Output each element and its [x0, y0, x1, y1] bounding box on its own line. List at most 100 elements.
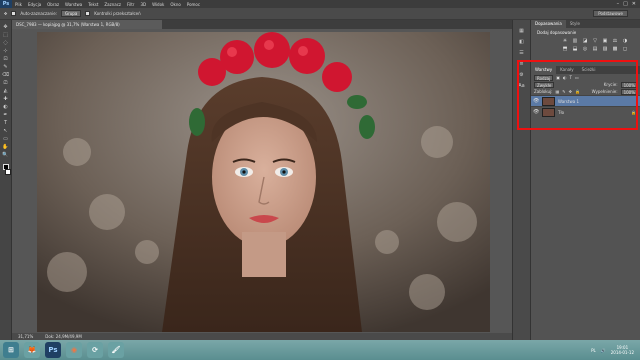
- tab-paths[interactable]: Ścieżki: [578, 66, 600, 74]
- photoshop-taskbar-icon[interactable]: Ps: [45, 342, 61, 358]
- photoshop-logo: Ps: [0, 0, 12, 8]
- quick-select-tool-icon[interactable]: ⊹: [2, 48, 10, 54]
- start-button[interactable]: ⊞: [3, 342, 19, 358]
- opacity-input[interactable]: 100%: [620, 81, 638, 88]
- minimize-button[interactable]: –: [617, 1, 620, 7]
- invert-adjust-icon[interactable]: ▤: [591, 46, 599, 52]
- layer-thumbnail: [542, 107, 555, 117]
- filter-adjust-icon[interactable]: ◐: [563, 75, 567, 80]
- background-color-swatch[interactable]: [4, 169, 11, 175]
- lock-all-icon[interactable]: 🔒: [575, 89, 580, 94]
- paint-icon[interactable]: 🖌: [108, 342, 124, 358]
- exposure-adjust-icon[interactable]: ▽: [591, 38, 599, 44]
- autoselect-dropdown[interactable]: Grupa: [61, 10, 82, 17]
- layers-panel: Warstwy Kanały Ścieżki Rodzaj ▣ ◐ T ▭ Zw…: [531, 66, 640, 150]
- workspace-dropdown[interactable]: Podstawowe: [593, 10, 628, 17]
- lasso-tool-icon[interactable]: ◌: [2, 40, 10, 46]
- channel-mixer-adjust-icon[interactable]: ⬓: [571, 46, 579, 52]
- threshold-adjust-icon[interactable]: ▩: [611, 46, 619, 52]
- marquee-tool-icon[interactable]: ⬚: [2, 32, 10, 38]
- hand-tool-icon[interactable]: ✋: [2, 144, 10, 150]
- layer-item-warstwa-1[interactable]: 👁 Warstwa 1: [531, 95, 640, 106]
- properties-icon[interactable]: ◧: [518, 39, 525, 45]
- lock-pixels-icon[interactable]: ✎: [562, 89, 565, 94]
- menu-zaznacz[interactable]: Zaznacz: [101, 2, 124, 7]
- visibility-eye-icon[interactable]: 👁: [533, 109, 539, 115]
- menu-warstwa[interactable]: Warstwa: [62, 2, 85, 7]
- zoom-tool-icon[interactable]: 🔍: [2, 152, 10, 158]
- clock[interactable]: 19:01 2014-01-12: [611, 345, 634, 355]
- menu-widok[interactable]: Widok: [149, 2, 167, 7]
- transform-controls-checkbox[interactable]: [85, 11, 91, 16]
- blend-mode-dropdown[interactable]: Zwykłe: [534, 81, 555, 88]
- settings-icon[interactable]: ⚙: [518, 72, 525, 78]
- path-select-tool-icon[interactable]: ↖: [2, 128, 10, 134]
- firefox-icon[interactable]: 🦊: [24, 342, 40, 358]
- menu-obraz[interactable]: Obraz: [44, 2, 62, 7]
- menu-tekst[interactable]: Tekst: [85, 2, 101, 7]
- zoom-level[interactable]: 31,71%: [18, 333, 33, 340]
- menu-edycja[interactable]: Edycja: [25, 2, 44, 7]
- move-tool-icon[interactable]: ✥: [2, 24, 10, 30]
- right-panels: Dopasowania Style Dodaj dopasowanie ☀ ▥ …: [530, 20, 640, 340]
- vibrance-adjust-icon[interactable]: ▣: [601, 38, 609, 44]
- layer-filter-dropdown[interactable]: Rodzaj: [534, 74, 554, 81]
- fill-input[interactable]: 100%: [620, 88, 638, 95]
- autoselect-checkbox[interactable]: [11, 11, 17, 16]
- color-balance-adjust-icon[interactable]: ⚖: [611, 38, 619, 44]
- chrome-icon[interactable]: ◉: [66, 342, 82, 358]
- gradient-map-adjust-icon[interactable]: ◻: [621, 46, 629, 52]
- volume-icon[interactable]: 🔊: [601, 348, 606, 353]
- crop-tool-icon[interactable]: ⊡: [2, 56, 10, 62]
- character-icon[interactable]: Aa: [518, 83, 525, 89]
- black-white-adjust-icon[interactable]: ◑: [621, 38, 629, 44]
- tab-adjustments[interactable]: Dopasowania: [531, 20, 566, 28]
- type-tool-icon[interactable]: T: [2, 120, 10, 126]
- close-button[interactable]: ✕: [632, 1, 636, 7]
- filter-type-icon[interactable]: T: [570, 75, 572, 80]
- stamp-tool-icon[interactable]: ⎚: [2, 80, 10, 86]
- menu-okno[interactable]: Okno: [167, 2, 183, 7]
- history-icon[interactable]: ▦: [518, 28, 525, 34]
- layer-item-background[interactable]: 👁 Tło 🔒: [531, 106, 640, 117]
- tab-styles[interactable]: Style: [566, 20, 584, 28]
- filter-pixel-icon[interactable]: ▣: [556, 75, 560, 80]
- portrait-photo[interactable]: [37, 32, 490, 332]
- list-icon[interactable]: ☰: [518, 50, 525, 56]
- document-tab[interactable]: DSC_7983 — kopiajpg @ 31,7% (Warstwa 1, …: [12, 20, 162, 29]
- layer-name[interactable]: Warstwa 1: [558, 99, 579, 104]
- curves-adjust-icon[interactable]: ◪: [581, 38, 589, 44]
- levels-adjust-icon[interactable]: ▥: [571, 38, 579, 44]
- brightness-adjust-icon[interactable]: ☀: [561, 38, 569, 44]
- pen-tool-icon[interactable]: ✒: [2, 112, 10, 118]
- layers-tabs: Warstwy Kanały Ścieżki: [531, 66, 640, 74]
- maximize-button[interactable]: □: [623, 1, 628, 7]
- menu-3d[interactable]: 3D: [137, 2, 149, 7]
- color-lookup-adjust-icon[interactable]: ◎: [581, 46, 589, 52]
- sync-icon[interactable]: ⟳: [87, 342, 103, 358]
- filter-shape-icon[interactable]: ▭: [575, 75, 579, 80]
- eraser-tool-icon[interactable]: ⌫: [2, 72, 10, 78]
- gradient-tool-icon[interactable]: ◭: [2, 88, 10, 94]
- adjustments-tabs: Dopasowania Style: [531, 20, 640, 28]
- menu-icon[interactable]: ≡: [518, 61, 525, 67]
- tab-layers[interactable]: Warstwy: [531, 66, 557, 74]
- canvas-area[interactable]: [12, 29, 512, 333]
- menu-plik[interactable]: Plik: [12, 2, 25, 7]
- lock-transparent-icon[interactable]: ▦: [555, 89, 559, 94]
- layer-name[interactable]: Tło: [558, 110, 564, 115]
- dodge-tool-icon[interactable]: ◐: [2, 104, 10, 110]
- brush-tool-icon[interactable]: ✎: [2, 64, 10, 70]
- posterize-adjust-icon[interactable]: ▨: [601, 46, 609, 52]
- shape-tool-icon[interactable]: ▭: [2, 136, 10, 142]
- language-indicator[interactable]: PL: [591, 348, 596, 353]
- visibility-eye-icon[interactable]: 👁: [533, 98, 539, 104]
- photo-filter-adjust-icon[interactable]: ⬒: [561, 46, 569, 52]
- menu-pomoc[interactable]: Pomoc: [184, 2, 203, 7]
- autoselect-label: Auto-zaznaczanie:: [20, 11, 58, 16]
- healing-tool-icon[interactable]: ✚: [2, 96, 10, 102]
- tab-channels[interactable]: Kanały: [556, 66, 578, 74]
- opacity-label: Krycie:: [603, 82, 618, 87]
- menu-filtr[interactable]: Filtr: [124, 2, 137, 7]
- lock-position-icon[interactable]: ✥: [569, 89, 572, 94]
